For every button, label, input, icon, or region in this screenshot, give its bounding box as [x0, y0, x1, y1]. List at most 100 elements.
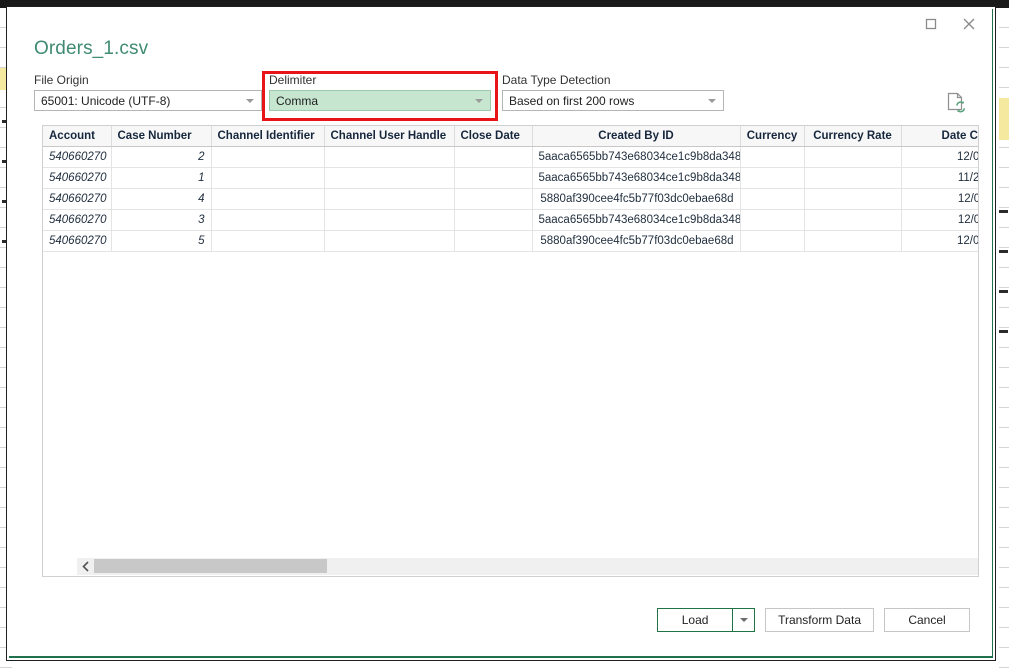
cell-case-number: 4	[111, 188, 212, 210]
maximize-icon	[925, 18, 937, 30]
cell-date-created: 12/07/2022 12:12	[901, 146, 978, 168]
column-header-channel-identifier[interactable]: Channel Identifier	[211, 126, 325, 147]
cell-account: 540660270	[43, 167, 112, 189]
horizontal-scrollbar[interactable]	[77, 558, 978, 575]
cell-created-by-id: 5aaca6565bb743e68034ce1c9b8da348	[532, 146, 741, 168]
file-origin-dropdown[interactable]: 65001: Unicode (UTF-8)	[34, 90, 262, 111]
cell-channel-user-handle	[324, 188, 455, 210]
table-row[interactable]: 540660270 4 5880af390cee4fc5b77f03dc0eba…	[43, 188, 978, 210]
delimiter-dropdown[interactable]: Comma	[269, 90, 491, 111]
dialog-footer: Load Transform Data Cancel	[657, 608, 970, 632]
scroll-left-button[interactable]	[77, 558, 94, 575]
chevron-down-icon	[246, 98, 254, 103]
background-mark	[999, 250, 1008, 253]
column-header-date-created[interactable]: Date Created	[901, 126, 978, 147]
cell-close-date	[454, 209, 533, 231]
table-row[interactable]: 540660270 2 5aaca6565bb743e68034ce1c9b8d…	[43, 146, 978, 168]
background-grid-right	[999, 8, 1009, 671]
cell-currency	[740, 167, 805, 189]
close-icon	[963, 18, 975, 30]
file-origin-label: File Origin	[34, 73, 89, 87]
cell-currency-rate	[804, 209, 902, 231]
cell-currency-rate	[804, 146, 902, 168]
table-header-row: Account Case Number Channel Identifier C…	[43, 126, 978, 147]
column-header-close-date[interactable]: Close Date	[454, 126, 533, 147]
transform-data-button[interactable]: Transform Data	[765, 608, 874, 632]
preview-table: Account Case Number Channel Identifier C…	[43, 126, 978, 252]
scrollbar-thumb[interactable]	[94, 559, 327, 573]
cell-close-date	[454, 146, 533, 168]
document-refresh-button[interactable]	[945, 91, 967, 113]
window-controls	[914, 11, 986, 37]
table-row[interactable]: 540660270 3 5aaca6565bb743e68034ce1c9b8d…	[43, 209, 978, 231]
cell-currency-rate	[804, 167, 902, 189]
cell-case-number: 5	[111, 230, 212, 252]
cell-channel-user-handle	[324, 230, 455, 252]
chevron-down-icon	[739, 618, 748, 622]
file-origin-value: 65001: Unicode (UTF-8)	[41, 93, 171, 108]
cell-account: 540660270	[43, 188, 112, 210]
delimiter-field: Delimiter Comma	[269, 73, 491, 111]
cell-currency	[740, 230, 805, 252]
cell-currency	[740, 188, 805, 210]
cell-currency-rate	[804, 188, 902, 210]
chevron-left-icon	[81, 561, 89, 572]
cell-created-by-id: 5880af390cee4fc5b77f03dc0ebae68d	[532, 188, 741, 210]
column-header-case-number[interactable]: Case Number	[111, 126, 212, 147]
chevron-down-icon	[475, 98, 483, 103]
cell-account: 540660270	[43, 230, 112, 252]
load-dropdown-button[interactable]	[733, 609, 754, 631]
cell-close-date	[454, 230, 533, 252]
file-origin-field: File Origin 65001: Unicode (UTF-8)	[34, 73, 262, 111]
load-split-button[interactable]: Load	[657, 608, 756, 632]
cell-date-created: 11/22/2022 16:22	[901, 167, 978, 189]
cell-created-by-id: 5880af390cee4fc5b77f03dc0ebae68d	[532, 230, 741, 252]
csv-import-dialog: Orders_1.csv File Origin 65001: Unicode …	[6, 6, 996, 661]
cell-account: 540660270	[43, 209, 112, 231]
background-mark	[999, 290, 1008, 293]
scrollbar-track[interactable]	[94, 558, 978, 575]
maximize-button[interactable]	[914, 11, 948, 37]
cell-date-created: 12/09/2022 12:15	[901, 230, 978, 252]
document-refresh-icon	[947, 92, 966, 113]
data-type-detection-value: Based on first 200 rows	[509, 93, 635, 108]
delimiter-label: Delimiter	[269, 73, 317, 87]
cell-channel-identifier	[211, 167, 325, 189]
screen: Orders_1.csv File Origin 65001: Unicode …	[0, 0, 1009, 671]
cancel-button[interactable]: Cancel	[884, 608, 970, 632]
cell-currency	[740, 209, 805, 231]
load-button[interactable]: Load	[658, 609, 732, 631]
cell-channel-identifier	[211, 146, 325, 168]
data-type-detection-field: Data Type Detection Based on first 200 r…	[502, 73, 724, 111]
table-row[interactable]: 540660270 5 5880af390cee4fc5b77f03dc0eba…	[43, 230, 978, 252]
data-preview-table[interactable]: Account Case Number Channel Identifier C…	[42, 125, 979, 577]
cell-channel-user-handle	[324, 209, 455, 231]
cell-channel-identifier	[211, 209, 325, 231]
cell-date-created: 12/09/2022 11:52	[901, 188, 978, 210]
cell-channel-user-handle	[324, 167, 455, 189]
cell-case-number: 2	[111, 146, 212, 168]
cell-currency	[740, 146, 805, 168]
column-header-created-by-id[interactable]: Created By ID	[532, 126, 741, 147]
cell-channel-user-handle	[324, 146, 455, 168]
close-button[interactable]	[952, 11, 986, 37]
column-header-currency[interactable]: Currency	[740, 126, 805, 147]
cell-date-created: 12/09/2022 11:47	[901, 209, 978, 231]
table-row[interactable]: 540660270 1 5aaca6565bb743e68034ce1c9b8d…	[43, 167, 978, 189]
background-window-right-strip	[999, 0, 1009, 671]
cell-close-date	[454, 167, 533, 189]
cell-channel-identifier	[211, 188, 325, 210]
background-mark	[999, 210, 1008, 213]
delimiter-value: Comma	[276, 93, 319, 108]
chevron-down-icon	[708, 98, 716, 103]
column-header-account[interactable]: Account	[43, 126, 112, 147]
data-type-detection-dropdown[interactable]: Based on first 200 rows	[502, 90, 724, 111]
column-header-channel-user-handle[interactable]: Channel User Handle	[324, 126, 455, 147]
page-title: Orders_1.csv	[34, 38, 149, 59]
cell-case-number: 3	[111, 209, 212, 231]
cell-account: 540660270	[43, 146, 112, 168]
cell-created-by-id: 5aaca6565bb743e68034ce1c9b8da348	[532, 167, 741, 189]
column-header-currency-rate[interactable]: Currency Rate	[804, 126, 902, 147]
cell-channel-identifier	[211, 230, 325, 252]
cell-case-number: 1	[111, 167, 212, 189]
